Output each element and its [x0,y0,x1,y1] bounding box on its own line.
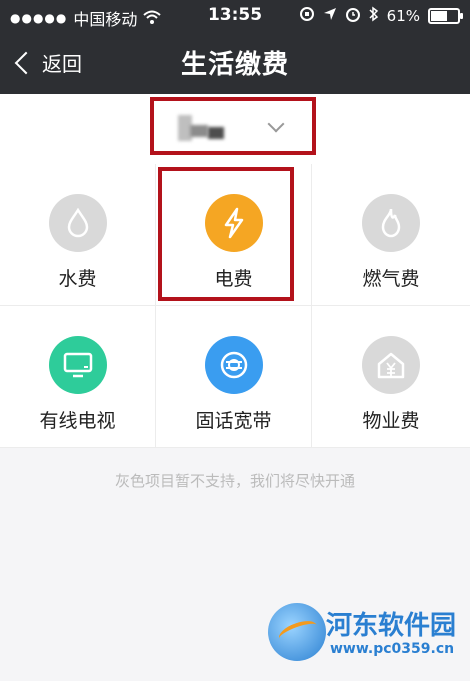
chevron-down-icon [267,115,285,133]
service-broadband[interactable]: 固话宽带 [156,306,312,448]
blurred-account-name [178,115,226,141]
watermark-url: www.pc0359.cn [330,641,455,657]
location-icon [323,7,337,25]
notice-text: 灰色项目暂不支持，我们将尽快开通 [114,472,355,490]
house-yuan-icon [362,336,420,394]
service-grid: 水费 电费 燃气费 有线电视 固话宽带 物业费 [0,164,470,448]
service-electricity[interactable]: 电费 [156,164,312,306]
watermark: 河东软件园 www.pc0359.cn [264,601,464,671]
account-dropdown[interactable] [150,97,316,155]
broadband-icon [204,336,263,394]
tv-icon [48,336,107,394]
service-label: 电费 [214,268,253,290]
service-property[interactable]: 物业费 [312,306,470,448]
flame-icon [362,194,420,252]
status-bar: ●●●●● 中国移动 13:55 61% [0,0,470,30]
account-bar [0,94,470,165]
service-label: 物业费 [362,410,420,432]
nav-bar: 返回 生活缴费 [0,30,470,94]
service-label: 有线电视 [39,410,116,432]
battery-icon [428,8,463,24]
water-drop-icon [48,194,107,252]
watermark-logo [268,603,326,661]
page-title: 生活缴费 [180,50,289,80]
watermark-title: 河东软件园 [326,611,457,641]
lightning-icon [204,194,263,252]
service-label: 固话宽带 [195,410,272,432]
battery-percent: 61% [386,7,420,25]
service-cable-tv[interactable]: 有线电视 [0,306,156,448]
service-water[interactable]: 水费 [0,164,156,306]
rotation-lock-icon [299,6,315,26]
service-gas[interactable]: 燃气费 [312,164,470,306]
service-label: 燃气费 [362,268,420,290]
alarm-icon [345,6,361,26]
service-label: 水费 [58,268,97,290]
bluetooth-icon [369,6,379,26]
